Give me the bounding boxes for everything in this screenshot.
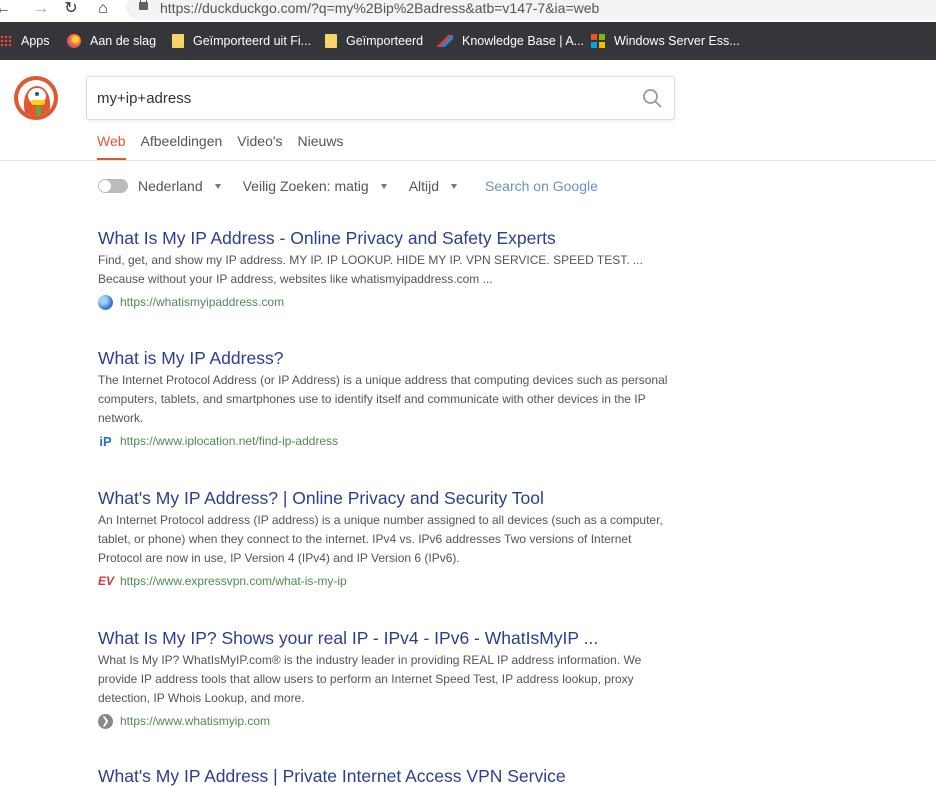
result-snippet: Find, get, and show my IP address. MY IP… (98, 253, 643, 286)
search-result: What's My IP Address | Private Internet … (98, 765, 668, 787)
time-filter[interactable]: Altijd (408, 178, 458, 194)
chevron-down-icon (214, 183, 221, 189)
chevron-down-icon (380, 183, 387, 189)
search-result: What Is My IP Address - Online Privacy a… (98, 227, 668, 311)
search-result: What is My IP Address? The Internet Prot… (98, 347, 668, 450)
search-filters: Nederland Veilig Zoeken: matig Altijd Se… (98, 176, 620, 196)
address-bar-url[interactable]: https://duckduckgo.com/?q=my%2Bip%2Badre… (160, 0, 599, 16)
bookmark-label: Apps (21, 34, 50, 48)
reload-icon[interactable]: ↻ (62, 0, 80, 18)
bookmark-label: Windows Server Ess... (614, 34, 740, 48)
folder-icon (325, 34, 337, 48)
bookmark-label: Aan de slag (90, 34, 157, 48)
back-arrow-icon[interactable]: ← (0, 0, 12, 18)
bookmark-windows-server[interactable]: Windows Server Ess... (591, 22, 740, 60)
bookmark-label: Geïmporteerd uit Fi... (193, 34, 312, 48)
bookmark-aan-de-slag[interactable]: Aan de slag (67, 22, 156, 60)
region-filter-label: Nederland (138, 178, 203, 194)
result-title-link[interactable]: What is My IP Address? (98, 347, 668, 369)
safe-search-filter[interactable]: Veilig Zoeken: matig (243, 178, 387, 194)
iplocation-icon: iP (99, 433, 112, 449)
result-url-link[interactable]: https://www.whatismyip.com (120, 714, 270, 728)
tab-nieuws[interactable]: Nieuws (298, 132, 344, 160)
arrow-icon: ❯ (98, 713, 113, 729)
tab-web[interactable]: Web (97, 132, 126, 160)
tab-videos[interactable]: Video's (237, 132, 282, 160)
duck-logo-icon (18, 80, 54, 116)
bookmark-knowledge-base[interactable]: Knowledge Base | A... (437, 22, 584, 60)
bookmark-apps[interactable]: Apps (0, 22, 50, 60)
result-snippet: An Internet Protocol address (IP address… (98, 513, 663, 565)
toggle-knob (99, 180, 111, 192)
search-tabs: Web Afbeeldingen Video's Nieuws (97, 132, 358, 160)
result-url-link[interactable]: https://www.iplocation.net/find-ip-addre… (120, 434, 338, 448)
bookmark-label: Geïmporteerd (346, 34, 424, 48)
safe-search-label: Veilig Zoeken: matig (242, 178, 369, 194)
result-snippet: What Is My IP? WhatIsMyIP.com® is the in… (98, 653, 642, 705)
expressvpn-icon: EV (98, 573, 115, 588)
search-result: What Is My IP? Shows your real IP - IPv4… (98, 627, 668, 730)
tab-afbeeldingen[interactable]: Afbeeldingen (141, 132, 223, 160)
search-on-google-link[interactable]: Search on Google (485, 178, 598, 194)
search-result: What's My IP Address? | Online Privacy a… (98, 487, 668, 590)
lock-icon (139, 0, 148, 10)
result-url-link[interactable]: https://www.expressvpn.com/what-is-my-ip (120, 574, 347, 588)
result-title-link[interactable]: What's My IP Address? | Online Privacy a… (98, 487, 668, 509)
result-title-link[interactable]: What's My IP Address | Private Internet … (98, 765, 668, 787)
result-url-row: EV https://www.expressvpn.com/what-is-my… (98, 572, 668, 590)
region-toggle[interactable] (98, 179, 128, 193)
search-header: Web Afbeeldingen Video's Nieuws (0, 60, 936, 161)
duckduckgo-logo[interactable] (14, 76, 58, 120)
home-icon[interactable]: ⌂ (94, 0, 112, 18)
search-icon[interactable] (642, 88, 662, 108)
chevron-down-icon (451, 183, 458, 189)
bookmarks-bar: Apps Aan de slag Geïmporteerd uit Fi... … (0, 22, 936, 60)
browser-toolbar: ← → ↻ ⌂ https://duckduckgo.com/?q=my%2Bi… (0, 0, 936, 22)
search-box (86, 76, 675, 120)
firefox-icon (67, 34, 81, 48)
globe-icon (98, 294, 113, 310)
folder-icon (172, 34, 184, 48)
windows-icon (591, 34, 605, 48)
apps-grid-icon (0, 35, 12, 47)
bookmark-label: Knowledge Base | A... (462, 34, 585, 48)
result-title-link[interactable]: What Is My IP? Shows your real IP - IPv4… (98, 627, 668, 649)
result-url-row: ❯ https://www.whatismyip.com (98, 712, 668, 730)
result-url-link[interactable]: https://whatismyipaddress.com (120, 295, 284, 309)
search-input[interactable] (97, 77, 617, 119)
forward-arrow-icon[interactable]: → (32, 0, 50, 18)
region-filter[interactable]: Nederland (138, 178, 221, 194)
result-url-row: https://whatismyipaddress.com (98, 293, 668, 311)
bookmark-geimporteerd-uit-firefox[interactable]: Geïmporteerd uit Fi... (172, 22, 311, 60)
result-url-row: iP https://www.iplocation.net/find-ip-ad… (98, 432, 668, 450)
result-title-link[interactable]: What Is My IP Address - Online Privacy a… (98, 227, 668, 249)
bookmark-geimporteerd[interactable]: Geïmporteerd (325, 22, 423, 60)
time-filter-label: Altijd (408, 178, 440, 194)
knowledge-base-icon (437, 35, 453, 47)
result-snippet: The Internet Protocol Address (or IP Add… (98, 373, 668, 425)
